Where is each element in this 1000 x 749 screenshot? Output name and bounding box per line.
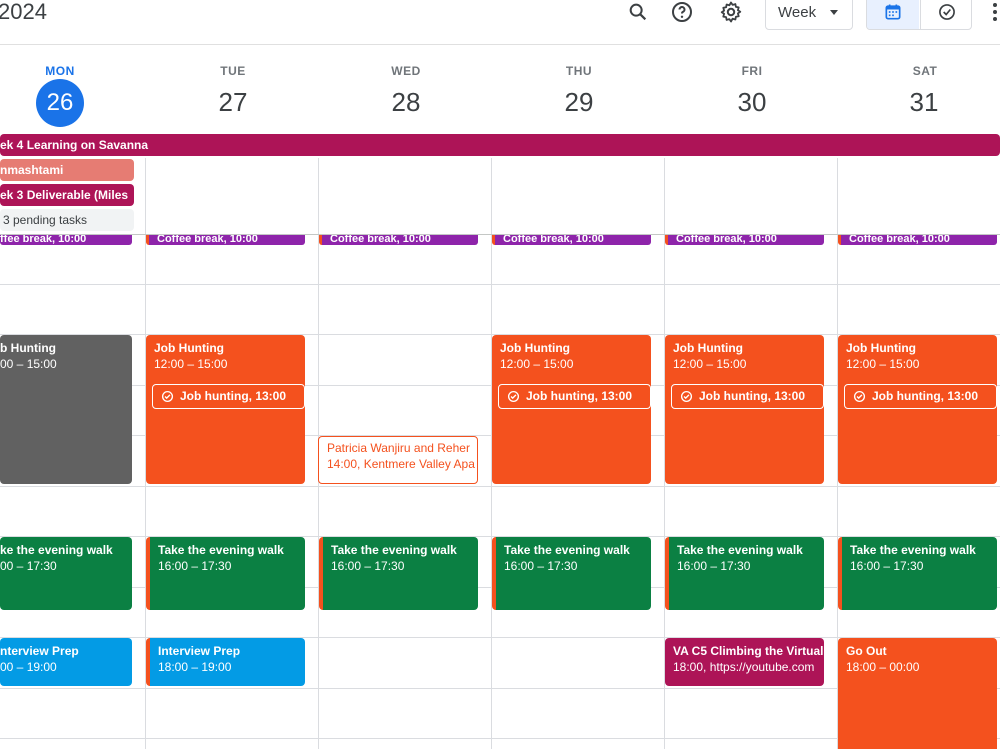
event-time: 16:00 – 17:30 bbox=[158, 559, 232, 573]
day-label-sat: SAT bbox=[912, 64, 938, 78]
view-selector-label: Week bbox=[778, 3, 817, 21]
task-check-icon bbox=[853, 390, 866, 403]
event-title: Job Hunting bbox=[154, 341, 224, 355]
event-evening-walk[interactable]: Take the evening walk 16:00 – 17:30 bbox=[146, 537, 305, 610]
event-time: 16:00 – 17:30 bbox=[331, 559, 405, 573]
event-go-out[interactable]: Go Out 18:00 – 00:00 bbox=[838, 638, 997, 749]
event-interview-prep[interactable]: Interview Prep 18:00 – 19:00 bbox=[146, 638, 305, 686]
event-title: b Hunting bbox=[0, 341, 56, 355]
event-title: Take the evening walk bbox=[677, 543, 803, 557]
hour-line bbox=[0, 486, 1000, 487]
pending-tasks-chip[interactable]: 3 pending tasks bbox=[0, 209, 134, 231]
day-number-thu[interactable]: 29 bbox=[555, 84, 603, 120]
event-evening-walk[interactable]: ke the evening walk 00 – 17:30 bbox=[0, 537, 132, 610]
event-job-hunting[interactable]: b Hunting 00 – 15:00 bbox=[0, 335, 132, 484]
event-coffee-break[interactable]: Coffee break, 10:00 bbox=[492, 235, 651, 245]
event-coffee-break[interactable]: Coffee break, 10:00 bbox=[319, 235, 478, 245]
task-job-hunting[interactable]: Job hunting, 13:00 bbox=[152, 384, 305, 409]
allday-event-deliverable[interactable]: ek 3 Deliverable (Miles bbox=[0, 184, 134, 206]
event-title: Interview Prep bbox=[158, 644, 241, 658]
task-label: Job hunting, 13:00 bbox=[699, 389, 806, 403]
event-title: VA C5 Climbing the Virtual bbox=[673, 644, 824, 658]
task-label: Job hunting, 13:00 bbox=[872, 389, 979, 403]
event-title: Patricia Wanjiru and Reher bbox=[327, 441, 470, 455]
day-label-fri: FRI bbox=[741, 64, 763, 78]
event-time: 12:00 – 15:00 bbox=[673, 357, 747, 371]
event-time: 16:00 – 17:30 bbox=[850, 559, 924, 573]
event-evening-walk[interactable]: Take the evening walk 16:00 – 17:30 bbox=[838, 537, 997, 610]
event-time: 18:00 – 19:00 bbox=[158, 660, 232, 674]
tasks-view-button[interactable] bbox=[920, 0, 971, 29]
day-label-tue: TUE bbox=[220, 64, 246, 78]
task-job-hunting[interactable]: Job hunting, 13:00 bbox=[844, 384, 997, 409]
event-title: ke the evening walk bbox=[0, 543, 113, 557]
event-time: 12:00 – 15:00 bbox=[500, 357, 574, 371]
day-number-wed[interactable]: 28 bbox=[382, 84, 430, 120]
help-icon[interactable] bbox=[669, 0, 695, 24]
event-time: 00 – 15:00 bbox=[0, 357, 57, 371]
task-job-hunting[interactable]: Job hunting, 13:00 bbox=[671, 384, 824, 409]
event-title: nterview Prep bbox=[0, 644, 79, 658]
task-label: Job hunting, 13:00 bbox=[180, 389, 287, 403]
allday-event-holiday[interactable]: nmashtami bbox=[0, 159, 134, 181]
event-title: Take the evening walk bbox=[158, 543, 284, 557]
day-number-tue[interactable]: 27 bbox=[209, 84, 257, 120]
day-number-sat[interactable]: 31 bbox=[900, 84, 948, 120]
event-time: 16:00 – 17:30 bbox=[677, 559, 751, 573]
event-title: Take the evening walk bbox=[504, 543, 630, 557]
view-selector-dropdown[interactable]: Week bbox=[765, 0, 853, 30]
event-time: 00 – 19:00 bbox=[0, 660, 57, 674]
event-title: Take the evening walk bbox=[850, 543, 976, 557]
event-va-climbing[interactable]: VA C5 Climbing the Virtual 18:00, https:… bbox=[665, 638, 824, 686]
settings-gear-icon[interactable] bbox=[718, 0, 744, 24]
event-coffee-break[interactable]: ffee break, 10:00 bbox=[0, 235, 132, 245]
task-check-icon bbox=[680, 390, 693, 403]
task-label: Job hunting, 13:00 bbox=[526, 389, 633, 403]
date-range-title: 2024 bbox=[0, 0, 47, 24]
event-coffee-break[interactable]: Coffee break, 10:00 bbox=[665, 235, 824, 245]
task-check-icon bbox=[507, 390, 520, 403]
event-title: Go Out bbox=[846, 644, 887, 658]
dropdown-arrow-icon bbox=[830, 10, 838, 15]
day-label-mon: MON bbox=[45, 64, 75, 78]
event-time: 18:00 – 00:00 bbox=[846, 660, 920, 674]
event-link: 18:00, https://youtube.com bbox=[673, 660, 815, 674]
search-icon[interactable] bbox=[625, 0, 651, 24]
hour-line bbox=[0, 284, 1000, 285]
event-time: 12:00 – 15:00 bbox=[846, 357, 920, 371]
day-number-fri[interactable]: 30 bbox=[728, 84, 776, 120]
calendar-icon bbox=[885, 4, 901, 20]
event-title: Job Hunting bbox=[500, 341, 570, 355]
task-job-hunting[interactable]: Job hunting, 13:00 bbox=[498, 384, 651, 409]
calendar-view-button[interactable] bbox=[867, 0, 919, 29]
event-time: 16:00 – 17:30 bbox=[504, 559, 578, 573]
event-coffee-break[interactable]: Coffee break, 10:00 bbox=[146, 235, 305, 245]
event-evening-walk[interactable]: Take the evening walk 16:00 – 17:30 bbox=[665, 537, 824, 610]
allday-event-banner[interactable]: ek 4 Learning on Savanna bbox=[0, 134, 1000, 156]
event-job-hunting[interactable]: Job Hunting 12:00 – 15:00 bbox=[146, 335, 305, 484]
event-job-hunting[interactable]: Job Hunting 12:00 – 15:00 bbox=[665, 335, 824, 484]
event-job-hunting[interactable]: Job Hunting 12:00 – 15:00 bbox=[838, 335, 997, 484]
day-label-wed: WED bbox=[391, 64, 421, 78]
day-number-today[interactable]: 26 bbox=[36, 79, 84, 127]
event-location: 14:00, Kentmere Valley Apa bbox=[327, 457, 475, 471]
task-check-icon bbox=[161, 390, 174, 403]
apps-grid-icon[interactable] bbox=[986, 0, 1000, 24]
top-bar: 2024 Week bbox=[0, 0, 1000, 45]
event-title: Job Hunting bbox=[673, 341, 743, 355]
calendar-tasks-toggle bbox=[866, 0, 972, 30]
event-title: Job Hunting bbox=[846, 341, 916, 355]
day-label-thu: THU bbox=[565, 64, 593, 78]
event-interview-prep[interactable]: nterview Prep 00 – 19:00 bbox=[0, 638, 132, 686]
event-evening-walk[interactable]: Take the evening walk 16:00 – 17:30 bbox=[319, 537, 478, 610]
event-time: 00 – 17:30 bbox=[0, 559, 57, 573]
event-evening-walk[interactable]: Take the evening walk 16:00 – 17:30 bbox=[492, 537, 651, 610]
task-check-icon bbox=[939, 4, 955, 20]
event-patricia-meeting[interactable]: Patricia Wanjiru and Reher 14:00, Kentme… bbox=[318, 436, 478, 484]
event-time: 12:00 – 15:00 bbox=[154, 357, 228, 371]
event-title: Take the evening walk bbox=[331, 543, 457, 557]
event-job-hunting[interactable]: Job Hunting 12:00 – 15:00 bbox=[492, 335, 651, 484]
event-coffee-break[interactable]: Coffee break, 10:00 bbox=[838, 235, 997, 245]
